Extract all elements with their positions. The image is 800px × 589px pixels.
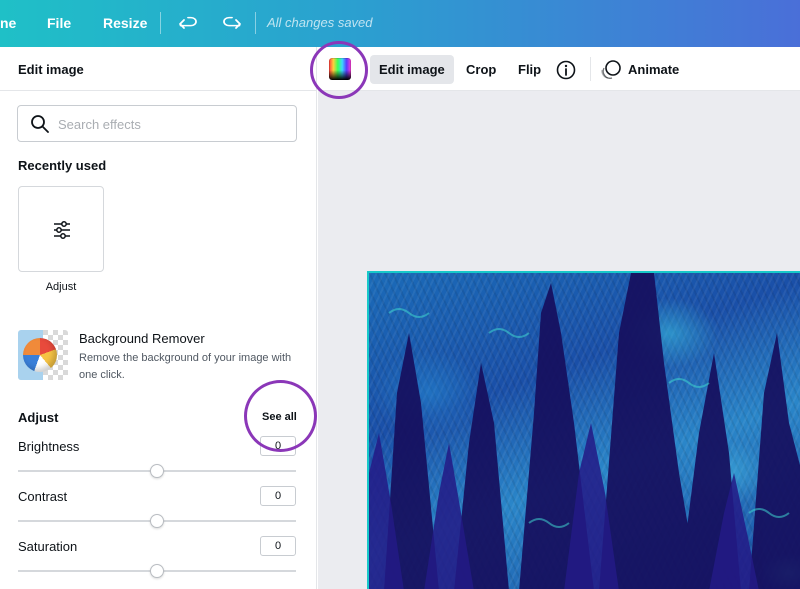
topbar-divider — [160, 12, 161, 34]
swatch-highlight-ring — [310, 41, 368, 99]
edit-image-button[interactable]: Edit image — [370, 55, 454, 84]
see-all-highlight-ring — [244, 380, 317, 452]
file-menu[interactable]: File — [47, 15, 71, 31]
contrast-label: Contrast — [18, 489, 68, 504]
top-bar: ne File Resize All changes saved — [0, 0, 800, 47]
search-icon — [31, 115, 49, 133]
adjust-tile[interactable] — [18, 186, 104, 272]
background-remover-description: Remove the background of your image with… — [79, 352, 292, 381]
selected-image[interactable] — [367, 271, 800, 589]
adjust-heading: Adjust — [18, 410, 59, 425]
topbar-divider — [255, 12, 256, 34]
panel-header: Edit image — [0, 47, 317, 91]
adjust-tile-label: Adjust — [45, 281, 77, 293]
saturation-label: Saturation — [18, 539, 78, 554]
saturation-value-input[interactable]: 0 — [260, 536, 296, 556]
home-menu[interactable]: ne — [0, 15, 16, 31]
flip-button[interactable]: Flip — [509, 55, 550, 84]
background-remover-thumbnail[interactable] — [18, 330, 68, 380]
animate-button[interactable]: Animate — [619, 55, 688, 84]
panel-title: Edit image — [18, 62, 84, 77]
undo-icon[interactable] — [178, 12, 200, 34]
search-effects-input[interactable] — [58, 114, 288, 134]
edit-image-panel: Edit image Recently used Adjust Backgrou… — [0, 47, 317, 589]
contrast-value-input[interactable]: 0 — [260, 486, 296, 506]
info-icon[interactable] — [556, 60, 576, 80]
brightness-slider-handle[interactable] — [150, 464, 164, 478]
toolbar-divider — [590, 57, 591, 81]
background-remover-title[interactable]: Background Remover — [79, 331, 205, 346]
search-effects-box[interactable] — [17, 105, 297, 142]
forest-painting — [369, 273, 800, 589]
resize-menu[interactable]: Resize — [103, 15, 147, 31]
saturation-slider-handle[interactable] — [150, 564, 164, 578]
sliders-icon — [54, 221, 70, 239]
save-status: All changes saved — [267, 15, 373, 30]
contrast-slider-handle[interactable] — [150, 514, 164, 528]
beach-ball-image — [23, 338, 57, 372]
crop-button[interactable]: Crop — [457, 55, 505, 84]
recently-used-heading: Recently used — [18, 158, 107, 173]
brightness-label: Brightness — [18, 439, 80, 454]
redo-icon[interactable] — [220, 12, 242, 34]
